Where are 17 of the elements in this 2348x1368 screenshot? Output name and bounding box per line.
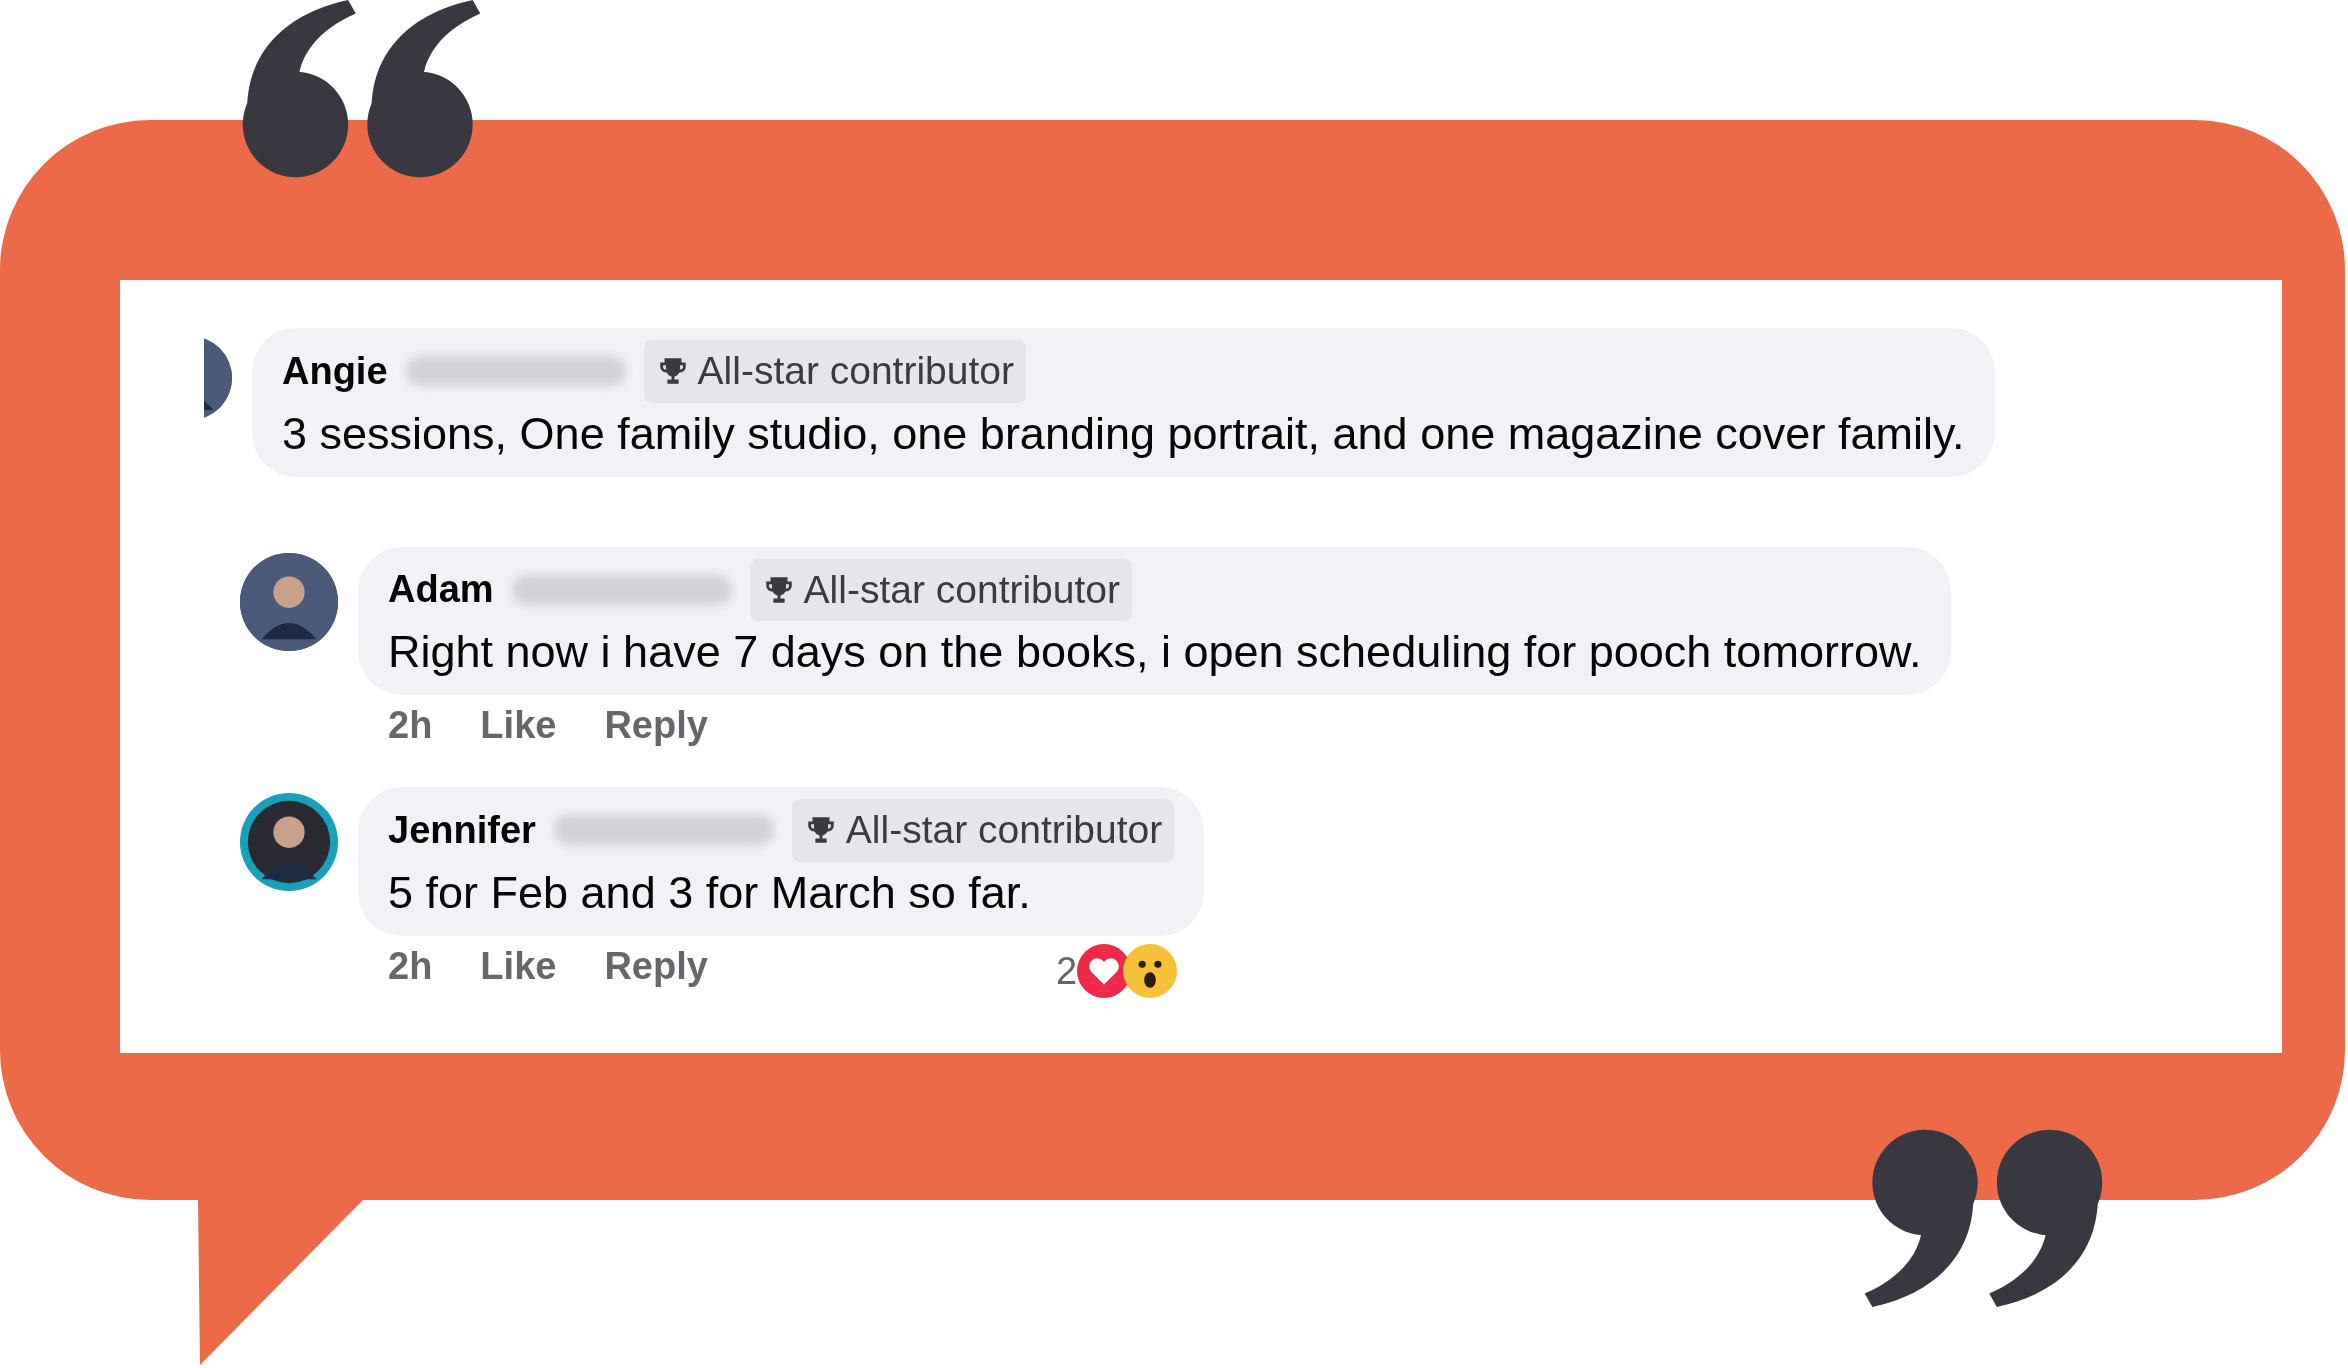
like-link[interactable]: Like xyxy=(480,943,557,998)
time-label: 2h xyxy=(388,943,433,989)
comment-text: Right now i have 7 days on the books, i open scheduling for pooch tomorrow. xyxy=(388,625,1922,679)
badge-label: All-star contributor xyxy=(845,807,1163,853)
comment-text: 3 sessions, One family studio, one branding portrait, and one magazine cover family. xyxy=(282,406,1965,461)
badge-label: All-star contributor xyxy=(697,348,1014,394)
author-name[interactable]: Jennifer xyxy=(388,801,536,859)
time-label: 2h xyxy=(388,703,433,747)
badge-label: All-star contributor xyxy=(803,566,1120,613)
wow-reaction-icon xyxy=(1123,943,1178,998)
comment-text: 5 for Feb and 3 for March so far. xyxy=(388,865,1032,920)
author-name[interactable]: Adam xyxy=(388,561,494,619)
reply-link[interactable]: Reply xyxy=(604,703,708,747)
like-link[interactable]: Like xyxy=(480,703,557,747)
reaction-count: 2 xyxy=(1055,948,1078,993)
reply-link[interactable]: Reply xyxy=(604,943,708,998)
author-name[interactable]: Angie xyxy=(282,342,388,400)
